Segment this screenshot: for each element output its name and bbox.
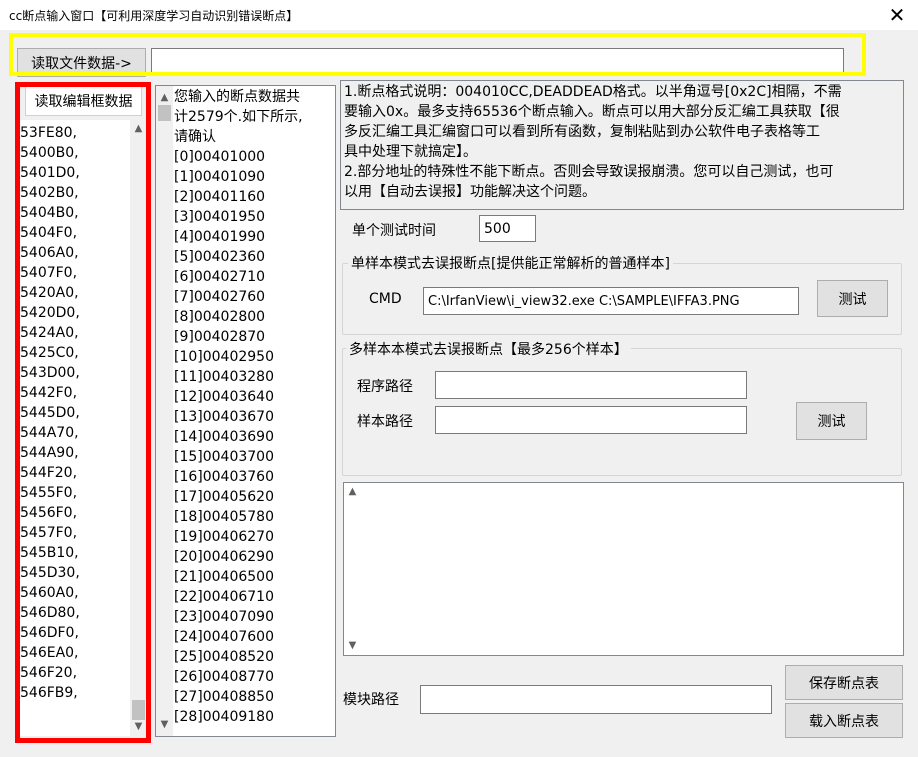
list-item[interactable]: [5]00402360 xyxy=(174,247,334,267)
list-item[interactable]: [27]00408850 xyxy=(174,687,334,707)
list-item[interactable]: [24]00407600 xyxy=(174,627,334,647)
list-item[interactable]: [22]00406710 xyxy=(174,587,334,607)
summary-line: 计2579个.如下所示, xyxy=(174,109,303,125)
module-path-label: 模块路径 xyxy=(343,692,399,708)
summary-line: 请确认 xyxy=(174,129,216,145)
list-item[interactable]: [19]00406270 xyxy=(174,527,334,547)
info-line: 2.部分地址的特殊性不能下断点。否则会导致误报崩溃。您可以自己测试，也可 xyxy=(344,164,834,180)
single-sample-title: 单样本模式去误报断点[提供能正常解析的普通样本] xyxy=(348,253,673,273)
highlight-top-bar xyxy=(9,33,866,76)
list-item[interactable]: [20]00406290 xyxy=(174,547,334,567)
list-item[interactable]: [9]00402870 xyxy=(174,327,334,347)
list-item[interactable]: [1]00401090 xyxy=(174,167,334,187)
list-item[interactable]: [2]00401160 xyxy=(174,187,334,207)
list-item[interactable]: [6]00402710 xyxy=(174,267,334,287)
list-item[interactable]: [0]00401000 xyxy=(174,147,334,167)
breakpoint-list[interactable]: ▲ ▼ 您输入的断点数据共 计2579个.如下所示, 请确认 [0]004010… xyxy=(155,85,336,737)
single-test-button[interactable]: 测试 xyxy=(817,280,888,317)
list-item[interactable]: [16]00403760 xyxy=(174,467,334,487)
program-path-label: 程序路径 xyxy=(357,379,413,395)
list-item[interactable]: [10]00402950 xyxy=(174,347,334,367)
list-item[interactable]: [21]00406500 xyxy=(174,567,334,587)
highlight-left-panel xyxy=(15,82,151,743)
sample-path-label: 样本路径 xyxy=(357,414,413,430)
info-line: 要输入0x。最多支持65536个断点输入。断点可以用大部分反汇编工具获取【很 xyxy=(344,104,840,120)
module-path-input[interactable] xyxy=(420,685,772,714)
list-item[interactable]: [23]00407090 xyxy=(174,607,334,627)
list-item[interactable]: [3]00401950 xyxy=(174,207,334,227)
test-time-label: 单个测试时间 xyxy=(352,223,436,239)
cmd-label: CMD xyxy=(369,291,402,307)
list-item[interactable]: [11]00403280 xyxy=(174,367,334,387)
output-scroll-up-icon[interactable]: ▲ xyxy=(344,485,361,499)
breakpoint-items: [0]00401000 [1]00401090 [2]00401160 [3]0040… xyxy=(174,147,334,727)
sample-path-input[interactable] xyxy=(435,406,747,434)
list-item[interactable]: [4]00401990 xyxy=(174,227,334,247)
info-line: 以用【自动去误报】功能解决这个问题。 xyxy=(344,184,596,200)
list-content: 您输入的断点数据共 计2579个.如下所示, 请确认 [0]00401000 [1… xyxy=(174,87,334,727)
summary-line: 您输入的断点数据共 xyxy=(174,89,300,105)
list-item[interactable]: [12]00403640 xyxy=(174,387,334,407)
title-bar: cc断点输入窗口【可利用深度学习自动识别错误断点】 ✕ xyxy=(0,0,918,30)
cmd-input[interactable]: C:\IrfanView\i_view32.exe C:\SAMPLE\IFFA… xyxy=(423,287,799,315)
list-scroll-thumb[interactable] xyxy=(158,105,171,121)
info-line: 多反汇编工具汇编窗口可以看到所有函数，复制粘贴到办公软件电子表格等工 xyxy=(344,124,820,140)
load-breakpoints-button[interactable]: 载入断点表 xyxy=(785,703,903,738)
list-item[interactable]: [26]00408770 xyxy=(174,667,334,687)
list-scrollbar[interactable]: ▲ ▼ xyxy=(156,86,173,736)
multi-sample-title: 多样本本模式去误报断点【最多256个样本】 xyxy=(346,339,631,359)
multi-test-button[interactable]: 测试 xyxy=(796,402,867,440)
program-path-input[interactable] xyxy=(435,371,747,399)
info-line: 具中处理下就搞定】。 xyxy=(344,144,477,160)
save-breakpoints-button[interactable]: 保存断点表 xyxy=(785,665,903,700)
output-scroll-down-icon[interactable]: ▼ xyxy=(344,639,361,653)
list-item[interactable]: [25]00408520 xyxy=(174,647,334,667)
list-item[interactable]: [18]00405780 xyxy=(174,507,334,527)
list-item[interactable]: [17]00405620 xyxy=(174,487,334,507)
window-title: cc断点输入窗口【可利用深度学习自动识别错误断点】 xyxy=(9,9,299,23)
list-item[interactable]: [15]00403700 xyxy=(174,447,334,467)
output-area[interactable]: ▲ ▼ xyxy=(343,482,904,656)
list-item[interactable]: [14]00403690 xyxy=(174,427,334,447)
list-item[interactable]: [28]00409180 xyxy=(174,707,334,727)
close-button[interactable]: ✕ xyxy=(880,2,914,28)
list-item[interactable]: [7]00402760 xyxy=(174,287,334,307)
format-info: 1.断点格式说明：004010CC,DEADDEAD格式。以半角逗号[0x2C]… xyxy=(340,80,904,210)
list-scroll-up-icon[interactable]: ▲ xyxy=(156,91,173,105)
list-item[interactable]: [8]00402800 xyxy=(174,307,334,327)
info-line: 1.断点格式说明：004010CC,DEADDEAD格式。以半角逗号[0x2C]… xyxy=(344,84,842,100)
list-item[interactable]: [13]00403670 xyxy=(174,407,334,427)
list-scroll-down-icon[interactable]: ▼ xyxy=(156,718,173,732)
test-time-input[interactable]: 500 xyxy=(479,215,536,242)
